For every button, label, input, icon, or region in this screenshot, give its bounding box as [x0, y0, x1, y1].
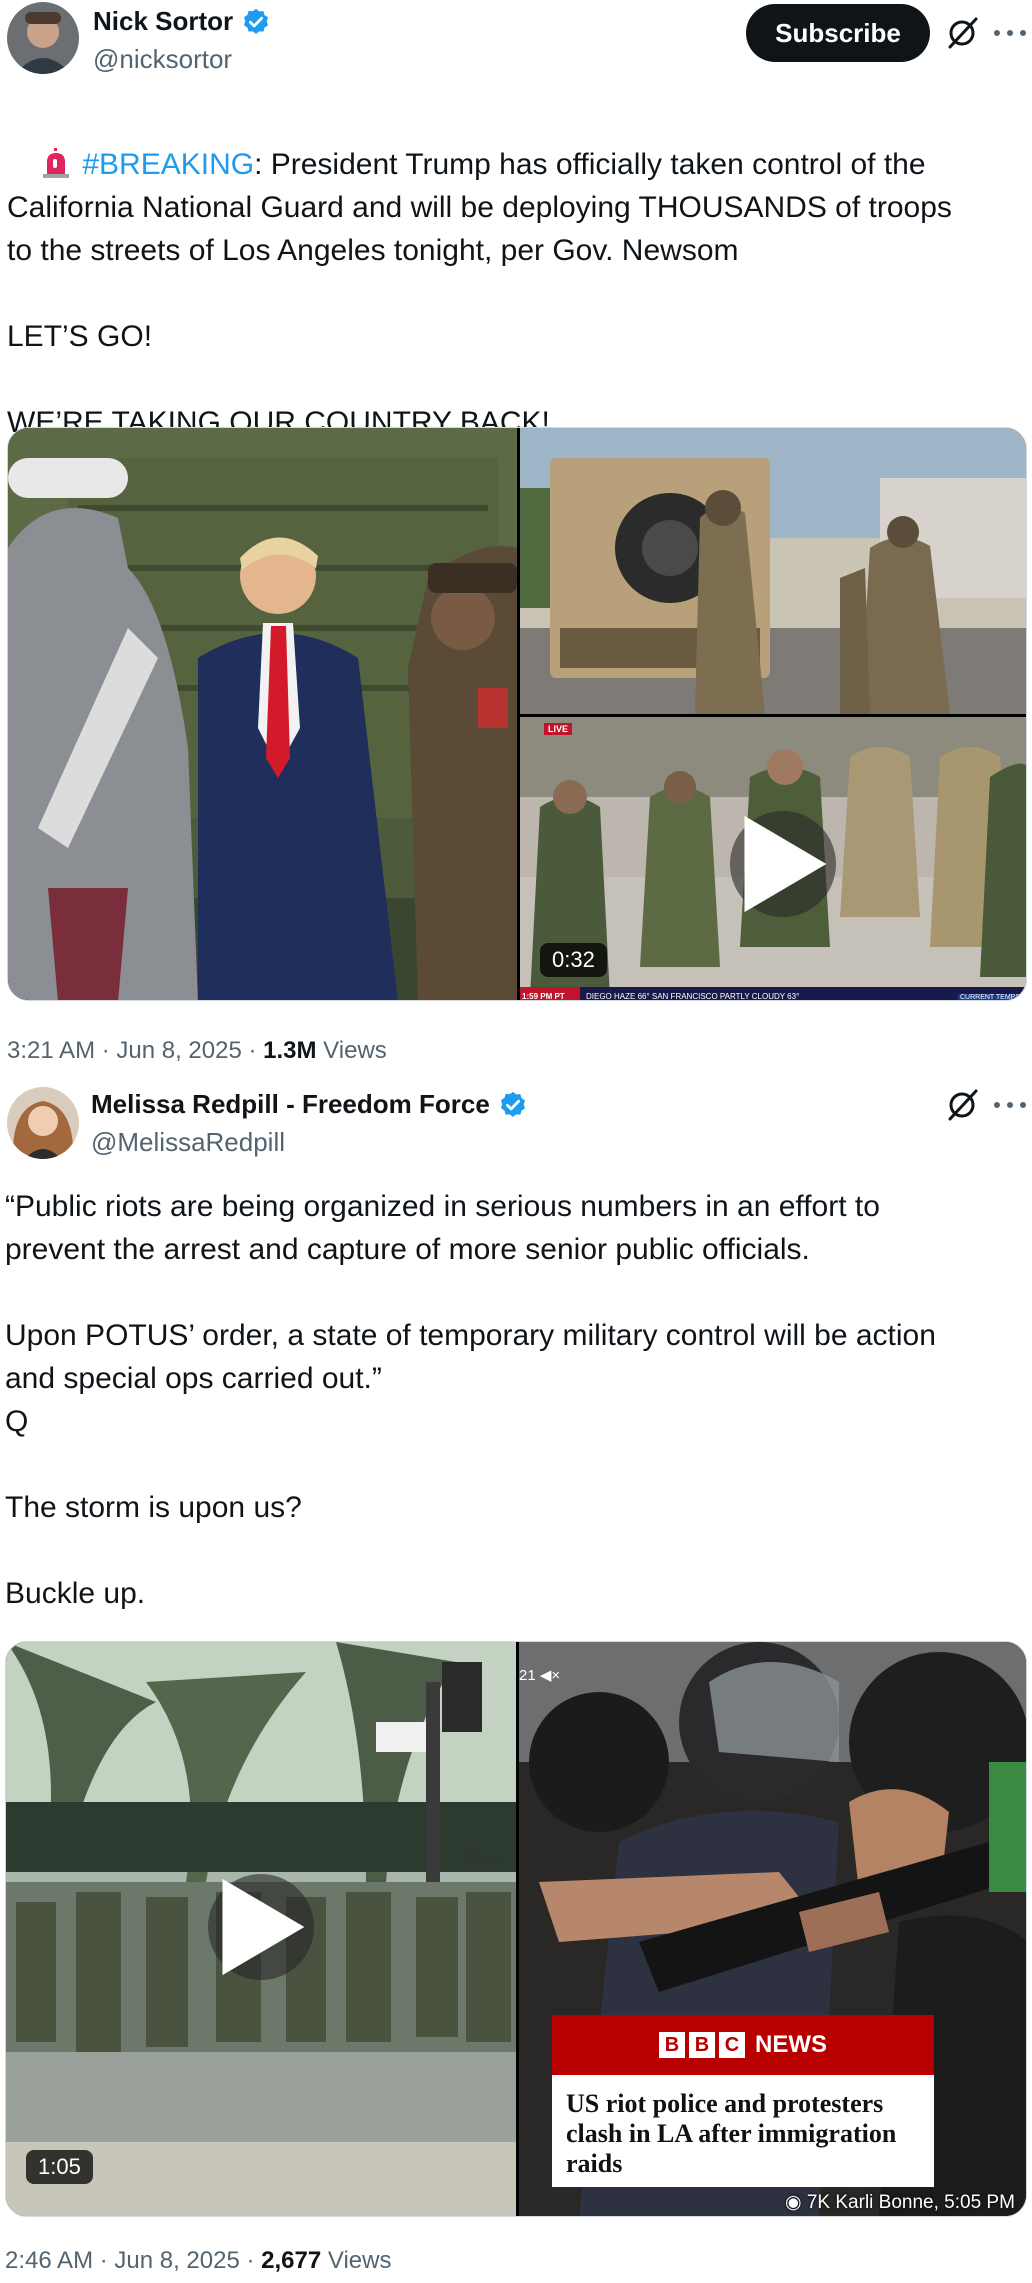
- play-icon: [222, 1878, 305, 1976]
- video-la-police[interactable]: LIVE 1:59 PM PT DIEGO HAZE 66° SAN FRANC…: [520, 717, 1026, 1001]
- play-button[interactable]: [208, 1874, 314, 1980]
- grok-icon[interactable]: [944, 15, 980, 51]
- more-icon[interactable]: [994, 1089, 1026, 1121]
- tweet-text-body: California National Guard and will be de…: [7, 191, 952, 439]
- tweet-text: “Public riots are being organized in ser…: [5, 1190, 936, 1610]
- subscribe-button[interactable]: Subscribe: [746, 4, 930, 62]
- verified-badge-icon: [500, 1091, 525, 1117]
- verified-badge-icon: [244, 8, 269, 34]
- video-duration: 1:05: [26, 2150, 93, 2184]
- timestamp[interactable]: 3:21 AM · Jun 8, 2025 ·: [7, 1037, 263, 1064]
- display-name[interactable]: Nick Sortor: [93, 6, 233, 37]
- ticker-text: DIEGO HAZE 66° SAN FRANCISCO PARTLY CLOU…: [586, 992, 800, 1001]
- ticker-time: 1:59 PM PT: [522, 992, 565, 1001]
- bbc-headline: US riot police and protesters clash in L…: [566, 2089, 897, 2178]
- ticker-tag: CURRENT TEMPS: [957, 994, 1022, 1001]
- bbc-logo: B B C NEWS: [552, 2015, 934, 2075]
- author-row: Melissa Redpill - Freedom Force: [91, 1089, 528, 1120]
- media-grid: LIVE 1:59 PM PT DIEGO HAZE 66° SAN FRANC…: [7, 427, 1027, 1001]
- display-name[interactable]: Melissa Redpill - Freedom Force: [91, 1089, 490, 1120]
- tweet-meta: 2:46 AM · Jun 8, 2025 · 2,677 Views: [5, 2247, 391, 2275]
- handle[interactable]: @MelissaRedpill: [91, 1127, 285, 1158]
- grok-icon[interactable]: [944, 1087, 980, 1123]
- timestamp[interactable]: 2:46 AM · Jun 8, 2025 ·: [5, 2247, 261, 2274]
- photo-national-guard-humvee[interactable]: [520, 428, 1026, 714]
- views-label: Views: [316, 1037, 387, 1064]
- tweet-nick-sortor: Nick Sortor @nicksortor Subscribe #BREAK…: [0, 0, 1032, 1075]
- siren-icon: [43, 148, 70, 178]
- overlay-counter: 21 ◀×: [519, 1667, 561, 1684]
- bbc-letter-b2: B: [689, 2032, 715, 2058]
- play-button[interactable]: [730, 811, 836, 917]
- overlay-views: ◉ 7K Karli Bonne, 5:05 PM: [785, 2192, 1015, 2213]
- play-icon: [744, 815, 827, 913]
- bbc-letter-c: C: [719, 2032, 745, 2058]
- tweet-meta: 3:21 AM · Jun 8, 2025 · 1.3M Views: [7, 1037, 387, 1065]
- bbc-letter-b1: B: [659, 2032, 685, 2058]
- views-label: Views: [321, 2247, 392, 2274]
- bbc-news-card: B B C NEWS US riot police and protesters…: [552, 2015, 934, 2187]
- sign-text: 301-6: [464, 1850, 500, 1866]
- bbc-news-label: NEWS: [755, 2031, 827, 2058]
- more-icon[interactable]: [994, 17, 1026, 49]
- tweet-text-line1: : President Trump has officially taken c…: [254, 148, 926, 181]
- views-count: 2,677: [261, 2247, 322, 2274]
- photo-trump-military[interactable]: [8, 428, 517, 1000]
- author-row: Nick Sortor: [93, 6, 271, 37]
- tweet-melissa-redpill: Melissa Redpill - Freedom Force @Melissa…: [0, 1075, 1032, 2283]
- avatar-nick-sortor[interactable]: [7, 2, 79, 74]
- video-riot-line[interactable]: 301-6 1:05: [6, 1642, 516, 2216]
- video-duration: 0:32: [540, 943, 607, 977]
- hashtag-breaking[interactable]: #BREAKING: [82, 148, 254, 181]
- handle[interactable]: @nicksortor: [93, 44, 232, 75]
- live-badge: LIVE: [544, 723, 573, 735]
- avatar-melissa-redpill[interactable]: [7, 1087, 79, 1159]
- views-count: 1.3M: [263, 1037, 317, 1064]
